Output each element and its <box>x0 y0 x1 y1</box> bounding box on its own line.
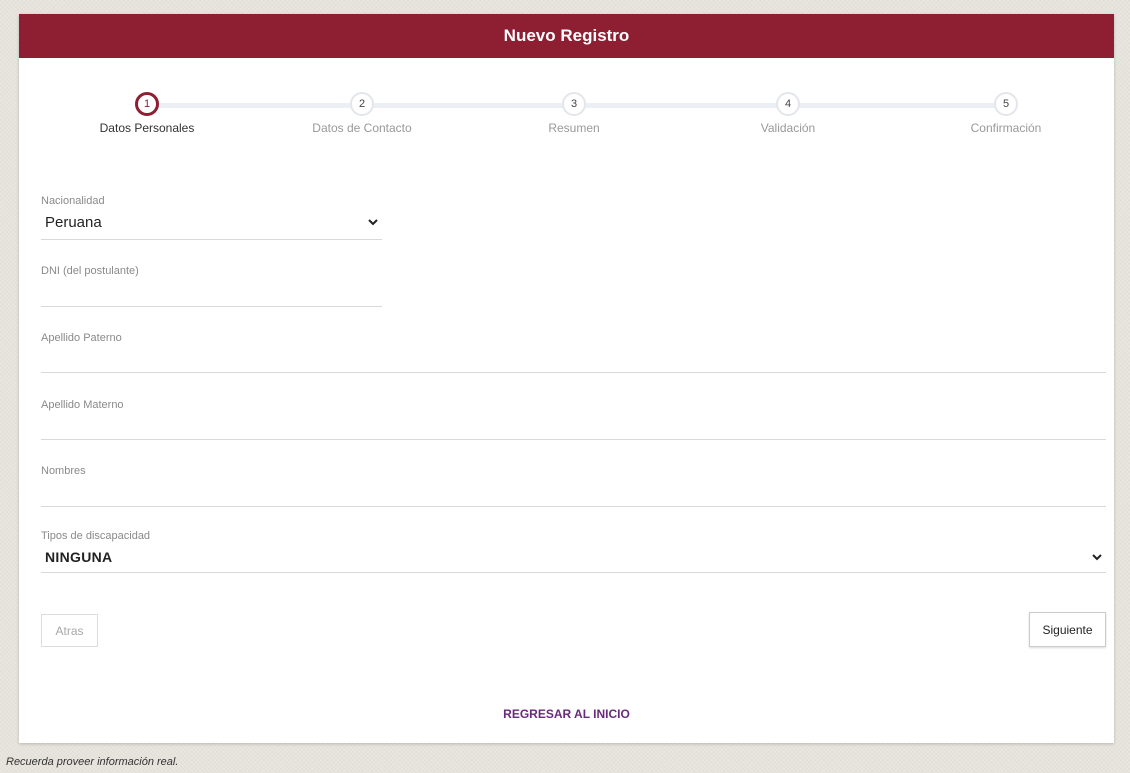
next-button[interactable]: Siguiente <box>1029 612 1106 647</box>
page-title: Nuevo Registro <box>503 26 630 45</box>
nacionalidad-value: Peruana <box>45 214 102 231</box>
discapacidad-select[interactable]: Tipos de discapacidad NINGUNA <box>41 529 1106 573</box>
nacionalidad-label: Nacionalidad <box>41 195 105 207</box>
footer-note: Recuerda proveer información real. <box>6 756 179 768</box>
step-5[interactable]: 5 Confirmación <box>946 92 1066 135</box>
apellido-materno-label: Apellido Materno <box>41 399 124 411</box>
nacionalidad-select[interactable]: Nacionalidad Peruana <box>41 194 382 240</box>
dni-label: DNI (del postulante) <box>41 265 139 277</box>
step-2[interactable]: 2 Datos de Contacto <box>302 92 422 135</box>
discapacidad-value: NINGUNA <box>45 549 113 565</box>
apellido-paterno-label: Apellido Paterno <box>41 332 122 344</box>
nombres-input[interactable]: Nombres <box>41 464 1106 507</box>
chevron-down-icon <box>1092 554 1102 561</box>
step-4-label: Validación <box>760 121 816 135</box>
discapacidad-label: Tipos de discapacidad <box>41 530 151 542</box>
step-4[interactable]: 4 Validación <box>728 92 848 135</box>
step-2-circle: 2 <box>350 92 374 116</box>
step-3-circle: 3 <box>562 92 586 116</box>
dni-input[interactable]: DNI (del postulante) <box>41 264 382 307</box>
back-to-home-link[interactable]: REGRESAR AL INICIO <box>19 707 1114 721</box>
apellido-paterno-input[interactable]: Apellido Paterno <box>41 331 1106 373</box>
chevron-down-icon <box>368 219 378 226</box>
step-4-circle: 4 <box>776 92 800 116</box>
step-5-label: Confirmación <box>970 121 1042 135</box>
nombres-label: Nombres <box>41 465 86 477</box>
step-3-label: Resumen <box>548 121 600 135</box>
step-3[interactable]: 3 Resumen <box>514 92 634 135</box>
registration-card: Nuevo Registro 1 Datos Personales 2 Dato… <box>19 14 1114 743</box>
back-button[interactable]: Atras <box>41 614 98 647</box>
step-2-label: Datos de Contacto <box>312 121 412 135</box>
stepper: 1 Datos Personales 2 Datos de Contacto 3… <box>19 92 1114 162</box>
card-header: Nuevo Registro <box>19 14 1114 58</box>
apellido-materno-input[interactable]: Apellido Materno <box>41 398 1106 440</box>
step-1[interactable]: 1 Datos Personales <box>87 92 207 135</box>
step-1-label: Datos Personales <box>99 121 195 135</box>
step-5-circle: 5 <box>994 92 1018 116</box>
step-1-circle: 1 <box>135 92 159 116</box>
